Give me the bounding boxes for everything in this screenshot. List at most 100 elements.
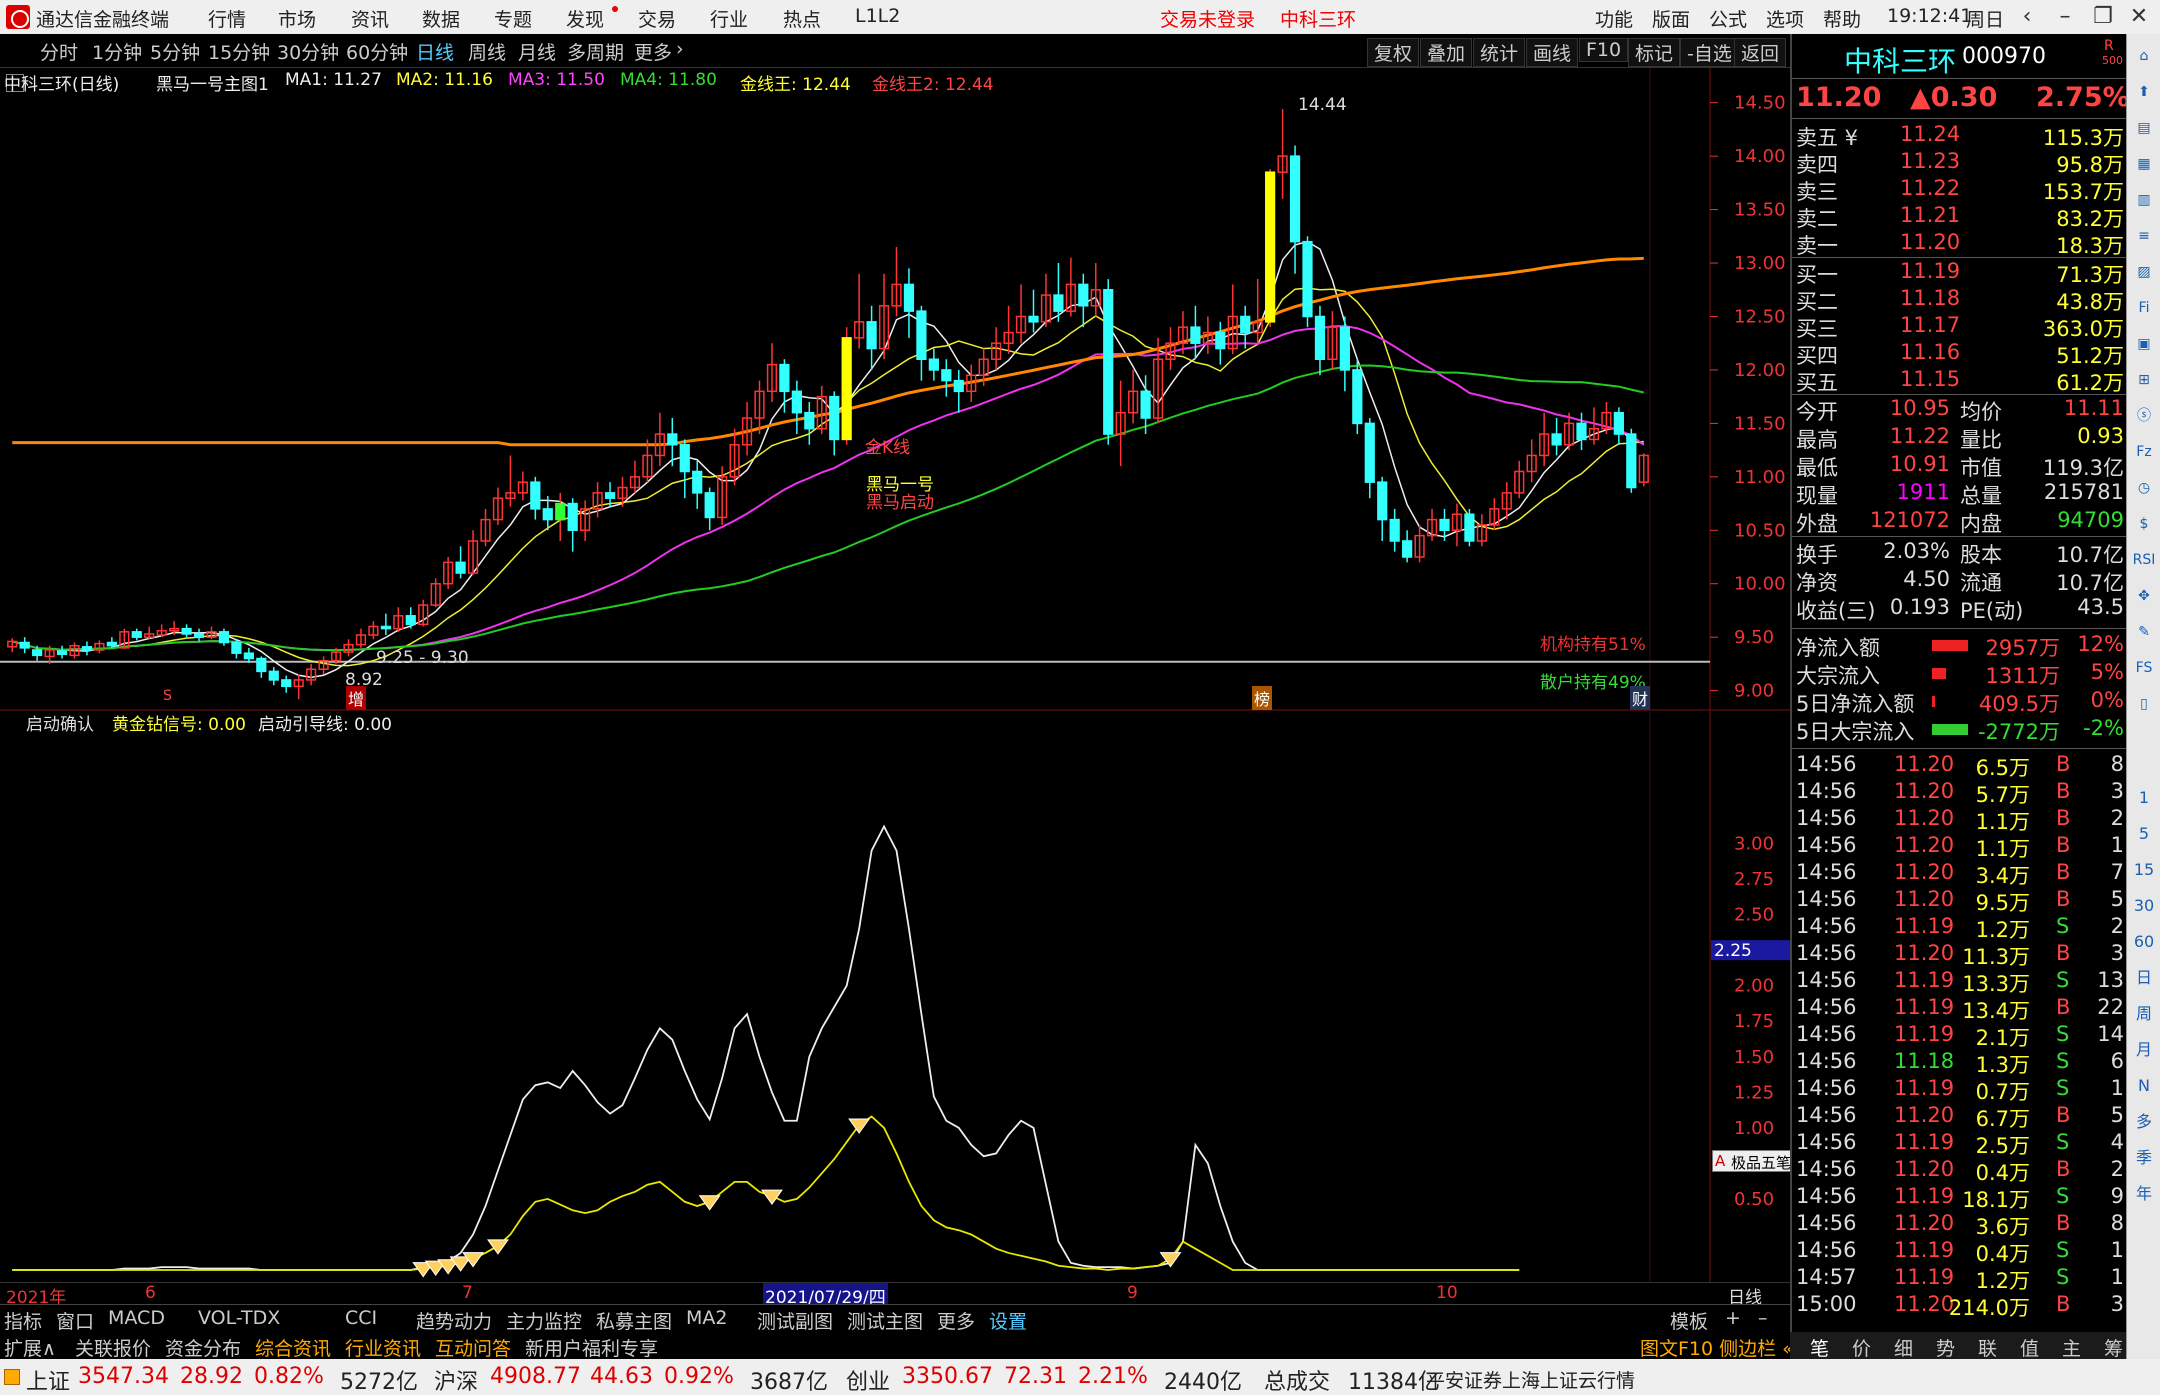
candle-body[interactable] bbox=[692, 470, 703, 494]
indicator-tab-12[interactable]: 设置 bbox=[989, 1307, 1027, 1334]
template-button[interactable]: 模板 bbox=[1670, 1307, 1708, 1334]
menu-gongshi[interactable]: 公式 bbox=[1709, 5, 1747, 32]
ask-row[interactable]: 卖五 ¥ 11.24 115.3万 bbox=[1792, 122, 2128, 150]
clock-icon[interactable]: ◷ bbox=[2130, 474, 2158, 502]
candle-body[interactable] bbox=[903, 283, 915, 312]
chart3-icon[interactable]: ▥ bbox=[2130, 186, 2158, 214]
candle-body[interactable] bbox=[679, 444, 690, 473]
tab-monthly[interactable]: 月线 bbox=[518, 38, 556, 65]
tick-row[interactable]: 14:56 11.20 5.7万 B 3 bbox=[1792, 779, 2128, 807]
f10-sidebar-toggle[interactable]: 图文F10 侧边栏 « bbox=[1640, 1334, 1794, 1361]
menu-redian[interactable]: 热点 bbox=[783, 5, 821, 32]
ext-tab-4[interactable]: 行业资讯 bbox=[345, 1334, 421, 1361]
menu-bangzhu[interactable]: 帮助 bbox=[1823, 5, 1861, 32]
candle-body[interactable] bbox=[181, 627, 192, 635]
sidebar-period-3[interactable]: 30 bbox=[2130, 892, 2158, 920]
login-status[interactable]: 交易未登录 bbox=[1160, 5, 1255, 32]
candle-body[interactable] bbox=[542, 508, 553, 521]
candle-body[interactable] bbox=[243, 652, 254, 660]
rsi-icon[interactable]: RSI bbox=[2130, 546, 2158, 574]
book-icon[interactable]: ▯ bbox=[2130, 690, 2158, 718]
quote-tab-0[interactable]: 笔 bbox=[1810, 1334, 1829, 1361]
candle-body[interactable] bbox=[1626, 433, 1637, 489]
money-icon[interactable]: $ bbox=[2130, 510, 2158, 538]
tab-fenshi[interactable]: 分时 bbox=[40, 38, 78, 65]
sidebar-period-1[interactable]: 5 bbox=[2130, 820, 2158, 848]
ext-tab-6[interactable]: 新用户福利专享 bbox=[525, 1334, 658, 1361]
indicator-tab-11[interactable]: 更多 bbox=[937, 1307, 975, 1334]
sidebar-period-2[interactable]: 15 bbox=[2130, 856, 2158, 884]
indicator-tab-6[interactable]: 主力监控 bbox=[506, 1307, 582, 1334]
candle-body[interactable] bbox=[928, 358, 939, 371]
candle-body[interactable] bbox=[1140, 390, 1151, 419]
tab-60min[interactable]: 60分钟 bbox=[346, 38, 408, 65]
ask-row[interactable]: 卖一 11.20 18.3万 bbox=[1792, 230, 2128, 258]
cai-marker[interactable]: 财 bbox=[1630, 686, 1651, 710]
candle-body[interactable] bbox=[1576, 422, 1587, 441]
ext-tab-0[interactable]: 扩展∧ bbox=[4, 1334, 56, 1361]
fs-icon[interactable]: FS bbox=[2130, 654, 2158, 682]
candle-body[interactable] bbox=[1464, 513, 1475, 542]
menu-jiaoyi[interactable]: 交易 bbox=[638, 5, 676, 32]
f2-icon[interactable]: Fz bbox=[2130, 438, 2158, 466]
btn-fanhui[interactable]: 返回 bbox=[1734, 38, 1787, 67]
tab-multi[interactable]: 多周期 bbox=[567, 38, 624, 65]
tick-row[interactable]: 14:56 11.20 0.4万 B 2 bbox=[1792, 1157, 2128, 1185]
btn-biaoji[interactable]: 标记 bbox=[1628, 38, 1681, 67]
candle-body[interactable] bbox=[1053, 294, 1064, 312]
tab-30min[interactable]: 30分钟 bbox=[277, 38, 339, 65]
tick-row[interactable]: 14:56 11.20 11.3万 B 3 bbox=[1792, 941, 2128, 969]
indicator-tab-2[interactable]: MACD bbox=[108, 1307, 165, 1329]
home-icon[interactable]: ⬆ bbox=[2130, 78, 2158, 106]
candle-body[interactable] bbox=[19, 641, 30, 649]
candle-body[interactable] bbox=[604, 492, 616, 499]
btn-tongji[interactable]: 统计 bbox=[1473, 38, 1526, 67]
candle-body[interactable] bbox=[81, 646, 93, 651]
bid-row[interactable]: 买五 11.15 61.2万 bbox=[1792, 367, 2128, 395]
minimize-icon[interactable]: – bbox=[2050, 3, 2080, 31]
candle-body[interactable] bbox=[1028, 315, 1039, 323]
doc-icon[interactable]: ▣ bbox=[2130, 330, 2158, 358]
candle-body[interactable] bbox=[32, 649, 43, 657]
indicator-tab-9[interactable]: 测试副图 bbox=[757, 1307, 833, 1334]
candle-body[interactable] bbox=[193, 633, 205, 638]
candle-body[interactable] bbox=[791, 390, 802, 414]
sub-indicator-name[interactable]: 启动确认 bbox=[26, 710, 94, 735]
tab-1min[interactable]: 1分钟 bbox=[92, 38, 142, 65]
candle-body[interactable] bbox=[455, 561, 466, 574]
menu-shichang[interactable]: 市场 bbox=[278, 5, 316, 32]
tick-row[interactable]: 14:56 11.20 6.5万 B 8 bbox=[1792, 752, 2128, 780]
add-icon[interactable]: + bbox=[1725, 1307, 1741, 1329]
kline-chart[interactable]: 14.50 14.00 13.50 13.00 12.50 12.00 11.50 11.00… bbox=[0, 68, 1790, 1304]
tick-row[interactable]: 14:56 11.19 0.4万 S 1 bbox=[1792, 1238, 2128, 1266]
indicator-tab-5[interactable]: 趋势动力 bbox=[416, 1307, 492, 1334]
candle-body[interactable] bbox=[667, 433, 678, 446]
candle-body[interactable] bbox=[256, 657, 267, 673]
bid-row[interactable]: 买三 11.17 363.0万 bbox=[1792, 313, 2128, 341]
quote-tab-3[interactable]: 势 bbox=[1936, 1334, 1955, 1361]
candle-body[interactable] bbox=[1389, 518, 1400, 542]
tick-row[interactable]: 14:56 11.19 1.2万 S 2 bbox=[1792, 914, 2128, 942]
tick-row[interactable]: 15:00 11.20 214.0万 B 3 bbox=[1792, 1292, 2128, 1320]
btn-f10[interactable]: F10 bbox=[1579, 38, 1629, 62]
tab-5min[interactable]: 5分钟 bbox=[150, 38, 200, 65]
sidebar-period-8[interactable]: N bbox=[2130, 1072, 2158, 1100]
f10-icon[interactable]: Fi bbox=[2130, 294, 2158, 322]
btn-huaxian[interactable]: 画线 bbox=[1526, 38, 1579, 67]
ext-tab-2[interactable]: 资金分布 bbox=[165, 1334, 241, 1361]
sidebar-period-5[interactable]: 日 bbox=[2130, 964, 2158, 992]
menu-zixun[interactable]: 资讯 bbox=[351, 5, 389, 32]
candle-body[interactable] bbox=[804, 411, 815, 430]
close-icon[interactable]: ✕ bbox=[2124, 3, 2154, 31]
indicator-tab-1[interactable]: 窗口 bbox=[56, 1307, 94, 1334]
quote-tab-1[interactable]: 价 bbox=[1852, 1334, 1871, 1361]
candle-body[interactable] bbox=[380, 625, 391, 630]
indicator-tab-7[interactable]: 私募主图 bbox=[596, 1307, 672, 1334]
candle-body[interactable] bbox=[530, 481, 541, 510]
quote-tab-4[interactable]: 联 bbox=[1978, 1334, 1997, 1361]
candle-body[interactable] bbox=[829, 395, 840, 441]
candle-body[interactable] bbox=[231, 641, 242, 654]
candle-body[interactable] bbox=[131, 631, 142, 638]
tab-more[interactable]: 更多 bbox=[634, 38, 672, 65]
ext-tab-3[interactable]: 综合资讯 bbox=[255, 1334, 331, 1361]
